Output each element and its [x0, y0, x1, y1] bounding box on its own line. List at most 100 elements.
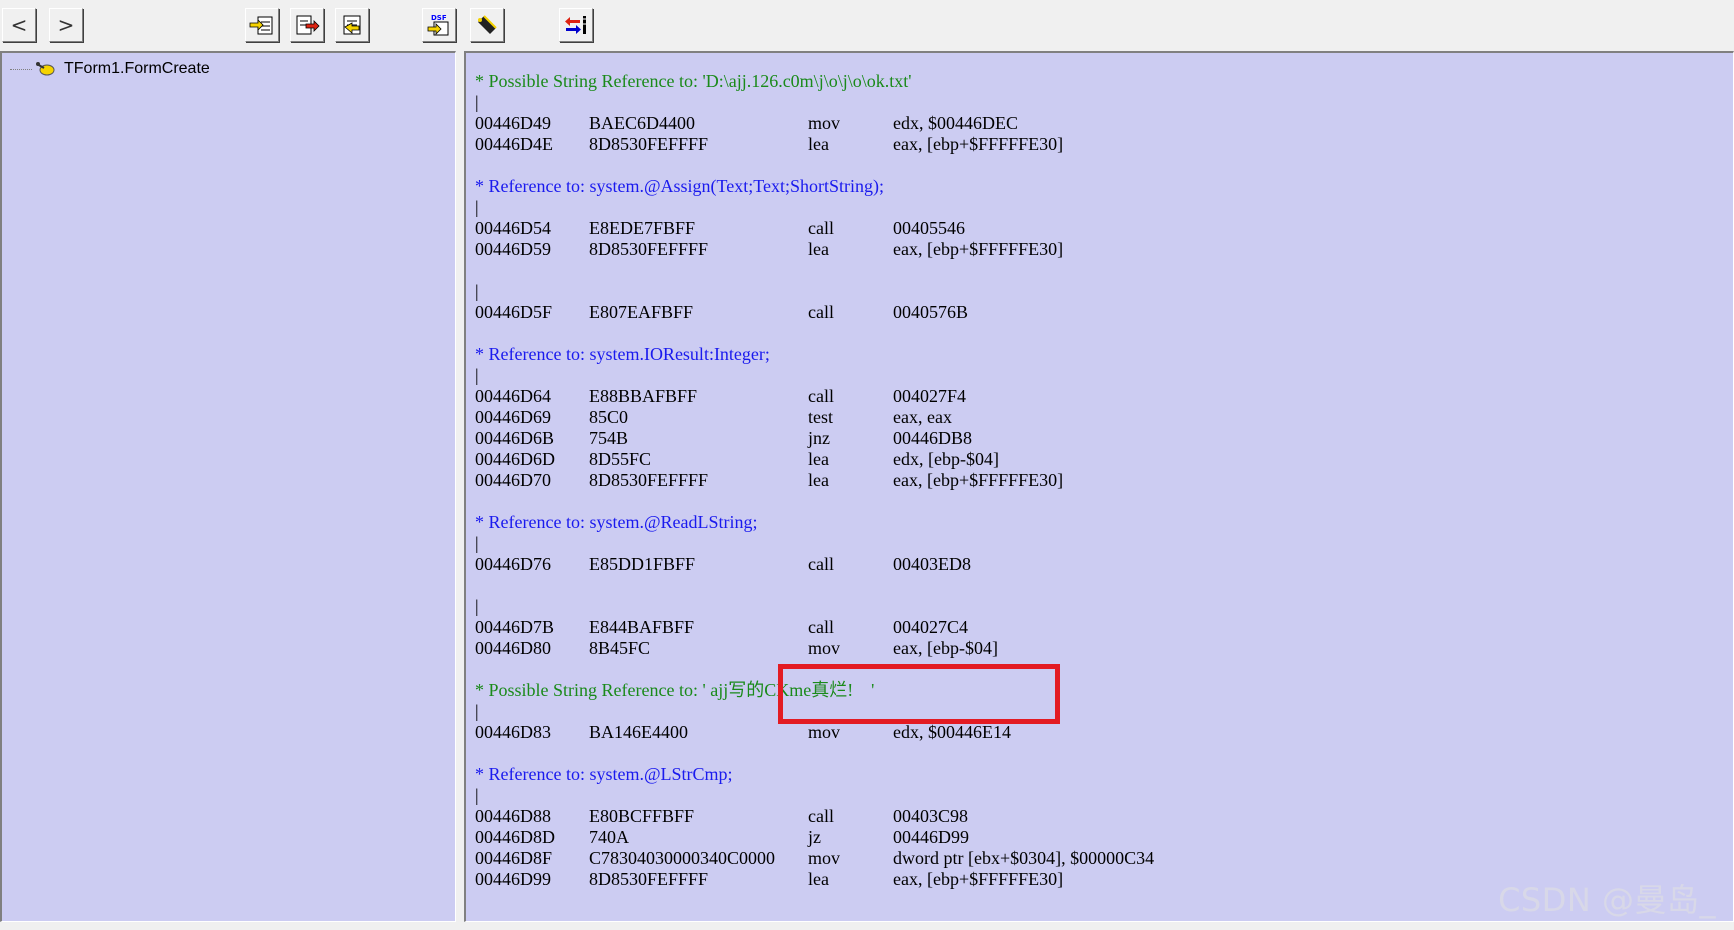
opcode-bytes: E88BBAFBFF [589, 386, 698, 406]
operands: eax, eax [893, 407, 952, 427]
opcode-bytes: E8EDE7FBFF [589, 218, 696, 238]
mnemonic: call [808, 386, 834, 406]
reference-bar[interactable]: | [475, 596, 479, 617]
watermark: CSDN @曼岛_ [1498, 881, 1716, 919]
address: 00446D5F [475, 302, 553, 322]
operands: eax, [ebp+$FFFFFE30] [893, 869, 1064, 889]
mnemonic: mov [808, 848, 841, 868]
opcode-bytes: 754B [589, 428, 629, 448]
highlight-annotation [778, 664, 1060, 724]
opcode-bytes: 8D8530FEFFFF [589, 134, 709, 154]
opcode-bytes: E844BAFBFF [589, 617, 695, 637]
opcode-bytes: 8D8530FEFFFF [589, 239, 709, 259]
procedure-tree[interactable]: TForm1.FormCreate [0, 51, 456, 922]
reference-bar[interactable]: | [475, 533, 479, 554]
mnemonic: mov [808, 113, 841, 133]
reference-bar[interactable]: | [475, 281, 479, 302]
svg-text:DSF: DSF [431, 14, 447, 22]
reference-bar[interactable]: | [475, 701, 479, 722]
function-reference-comment[interactable]: * Reference to: system.@LStrCmp; [475, 764, 733, 785]
opcode-bytes: C78304030000340C0000 [589, 848, 776, 868]
panel-splitter[interactable] [456, 51, 464, 922]
mnemonic: mov [808, 722, 841, 742]
disassembly-listing[interactable]: * Possible String Reference to: 'D:\ajj.… [464, 51, 1734, 922]
mnemonic: jz [808, 827, 821, 847]
reference-bar[interactable]: | [475, 365, 479, 386]
forward-button[interactable]: > [49, 8, 83, 42]
opcode-bytes: BAEC6D4400 [589, 113, 696, 133]
address: 00446D76 [475, 554, 551, 574]
goto-code-button[interactable] [290, 8, 324, 42]
operands: edx, $00446DEC [893, 113, 1018, 133]
reference-bar[interactable]: | [475, 785, 479, 806]
function-reference-comment[interactable]: * Reference to: system.@ReadLString; [475, 512, 758, 533]
opcode-bytes: 85C0 [589, 407, 629, 427]
patch-button[interactable] [470, 8, 504, 42]
opcode-bytes: 8B45FC [589, 638, 651, 658]
operands: 00446D99 [893, 827, 969, 847]
dsf-icon: DSF [427, 14, 449, 36]
goto-code-icon [296, 15, 320, 35]
pencil-icon [478, 15, 497, 34]
reference-bar[interactable]: | [475, 92, 479, 113]
opcode-bytes: E80BCFFBFF [589, 806, 695, 826]
goto-page-button[interactable] [335, 8, 369, 42]
operands: 00446DB8 [893, 428, 973, 448]
goto-entry-button[interactable] [245, 8, 279, 42]
goto-entry-icon [249, 16, 273, 35]
mnemonic: call [808, 617, 834, 637]
operands: 00403C98 [893, 806, 969, 826]
address: 00446D49 [475, 113, 551, 133]
address: 00446D6D [475, 449, 555, 469]
back-button[interactable]: < [2, 8, 36, 42]
string-reference-comment[interactable]: * Possible String Reference to: 'D:\ajj.… [475, 71, 911, 92]
jump-button[interactable] [559, 8, 593, 42]
opcode-bytes: 8D8530FEFFFF [589, 470, 709, 490]
operands: dword ptr [ebx+$0304], $00000C34 [893, 848, 1155, 868]
tree-item-formcreate[interactable]: TForm1.FormCreate [10, 58, 210, 80]
mnemonic: call [808, 218, 834, 238]
address: 00446D83 [475, 722, 551, 742]
mnemonic: call [808, 806, 834, 826]
opcode-bytes: 740A [589, 827, 629, 847]
mnemonic: lea [808, 239, 829, 259]
tree-item-label: TForm1.FormCreate [64, 60, 210, 77]
mnemonic: call [808, 302, 834, 322]
function-reference-comment[interactable]: * Reference to: system.@Assign(Text;Text… [475, 176, 884, 197]
mnemonic: lea [808, 470, 829, 490]
reference-bar[interactable]: | [475, 197, 479, 218]
dsf-button[interactable]: DSF [422, 8, 456, 42]
status-strip [0, 922, 1734, 930]
opcode-bytes: BA146E4400 [589, 722, 688, 742]
operands: eax, [ebp+$FFFFFE30] [893, 470, 1064, 490]
jump-arrows-icon [565, 16, 586, 34]
address: 00446D4E [475, 134, 553, 154]
address: 00446D64 [475, 386, 551, 406]
operands: 004027F4 [893, 386, 967, 406]
operands: eax, [ebp+$FFFFFE30] [893, 134, 1064, 154]
operands: 004027C4 [893, 617, 969, 637]
operands: edx, [ebp-$04] [893, 449, 999, 469]
opcode-bytes: E807EAFBFF [589, 302, 694, 322]
toolbar: < > DSF [0, 0, 1734, 50]
address: 00446D6B [475, 428, 555, 448]
opcode-bytes: 8D8530FEFFFF [589, 869, 709, 889]
mnemonic: lea [808, 134, 829, 154]
operands: eax, [ebp-$04] [893, 638, 998, 658]
address: 00446D80 [475, 638, 551, 658]
mnemonic: call [808, 554, 834, 574]
address: 00446D99 [475, 869, 551, 889]
opcode-bytes: E85DD1FBFF [589, 554, 696, 574]
address: 00446D8D [475, 827, 555, 847]
address: 00446D69 [475, 407, 551, 427]
opcode-bytes: 8D55FC [589, 449, 652, 469]
goto-page-icon [343, 15, 361, 35]
function-reference-comment[interactable]: * Reference to: system.IOResult:Integer; [475, 344, 770, 365]
mnemonic: mov [808, 638, 841, 658]
mnemonic: lea [808, 449, 829, 469]
mnemonic: lea [808, 869, 829, 889]
address: 00446D8F [475, 848, 553, 868]
operands: 00403ED8 [893, 554, 971, 574]
address: 00446D7B [475, 617, 555, 637]
mnemonic: jnz [808, 428, 830, 448]
